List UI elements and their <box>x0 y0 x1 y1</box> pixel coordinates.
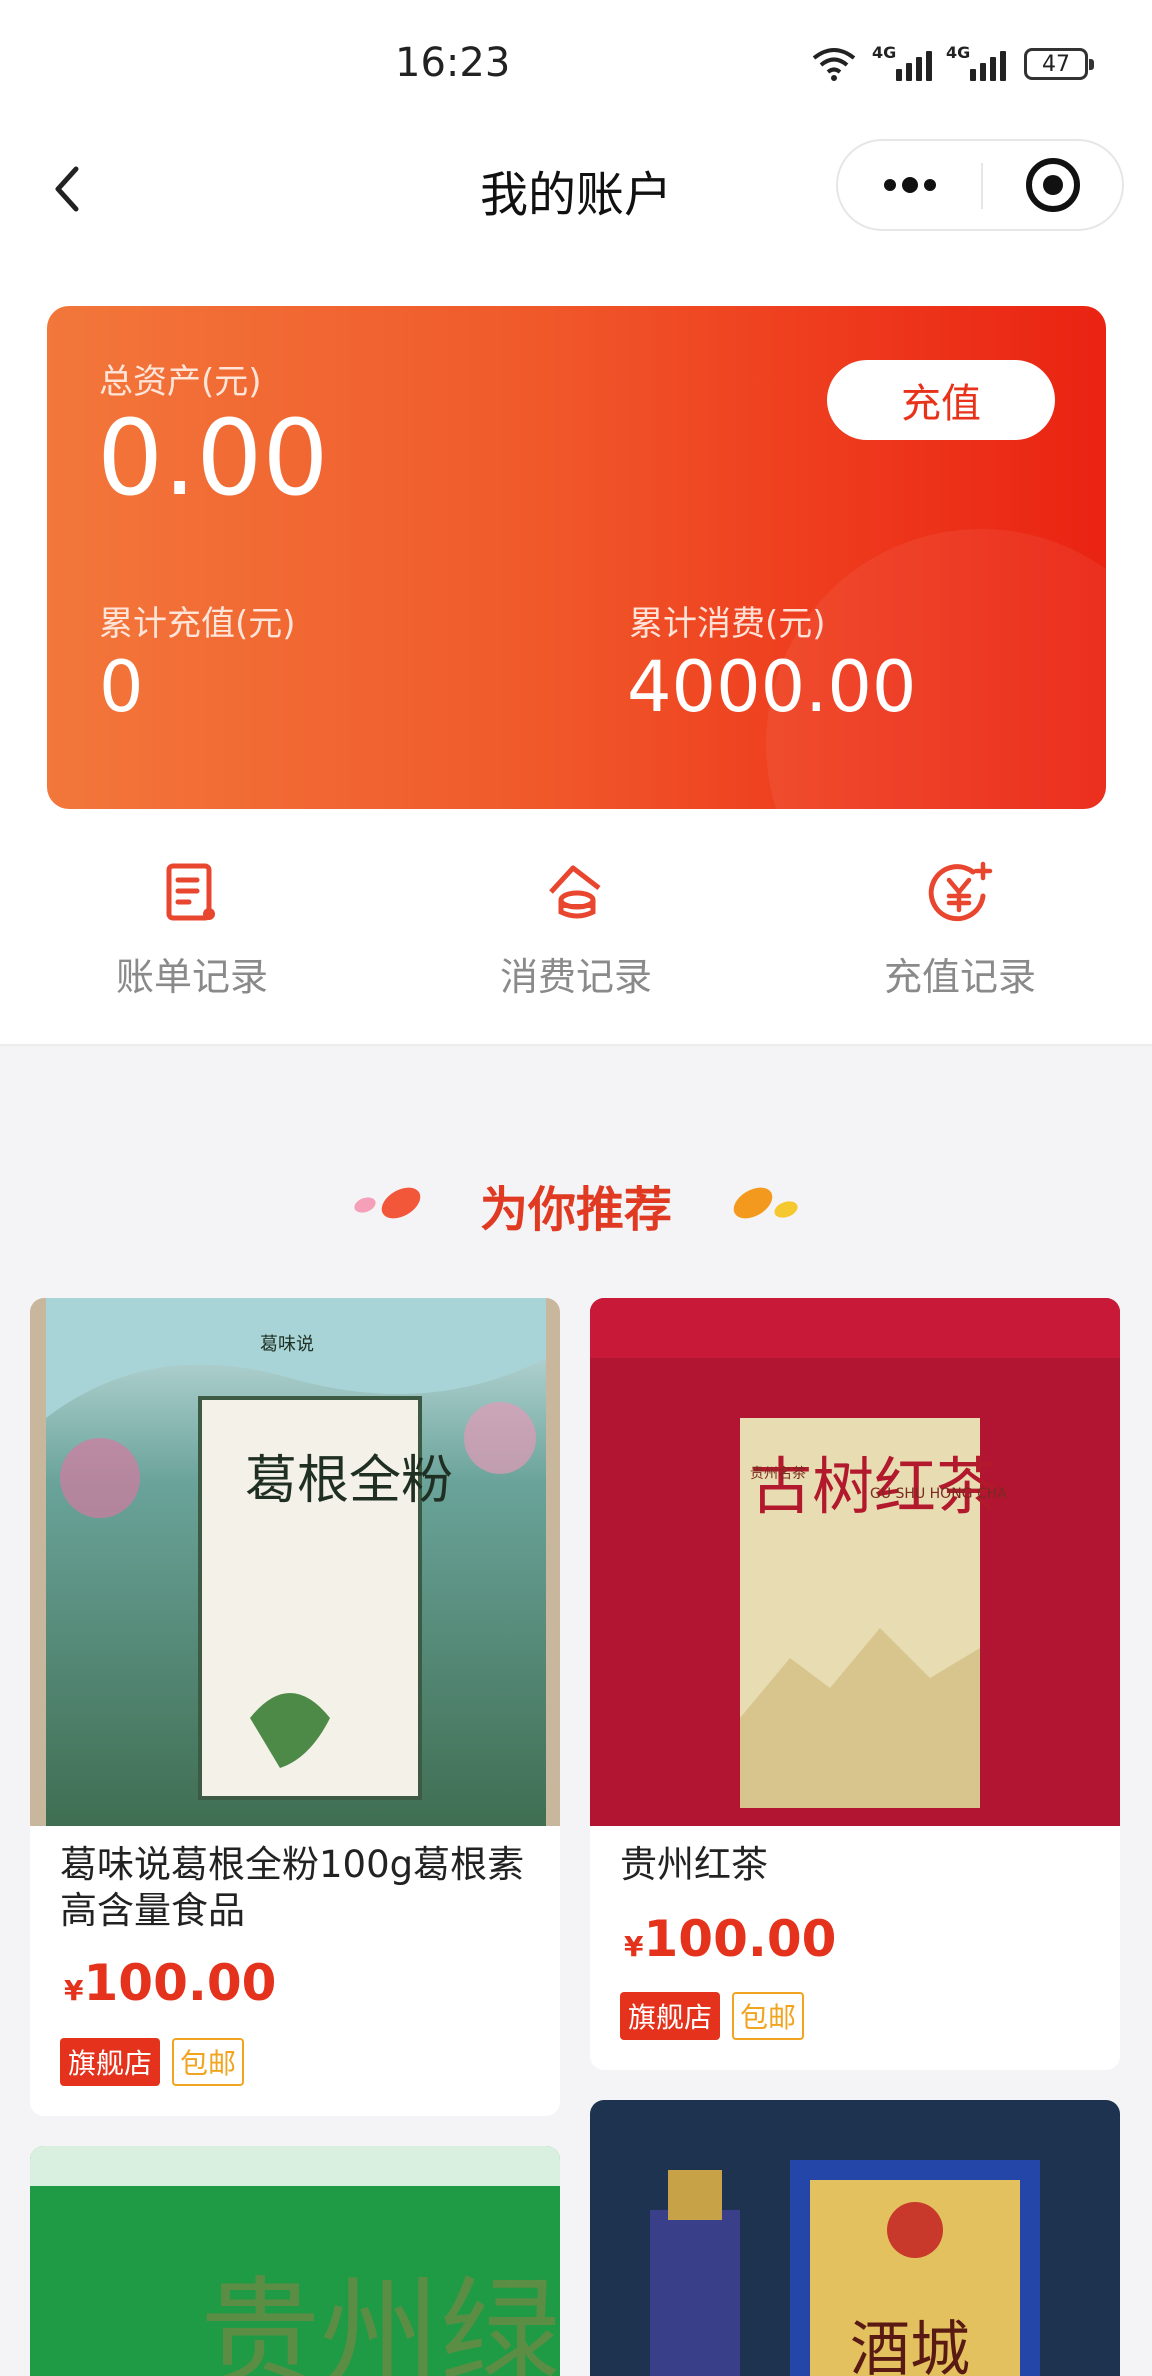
product-image: 酒城 <box>590 2100 1120 2376</box>
recharge-records-label: 充值记录 <box>883 955 1036 999</box>
svg-text:贵州名茶: 贵州名茶 <box>750 1466 806 1482</box>
wifi-icon <box>812 48 856 81</box>
close-target-icon[interactable] <box>983 141 1123 229</box>
svg-text:贵州绿: 贵州绿 <box>200 2266 560 2376</box>
product-card[interactable]: 古树红茶 GU SHU HONG CHA 贵州名茶 贵州红茶 ¥100.00 旗… <box>590 1298 1120 2070</box>
recharge-records-button[interactable]: 充值记录 <box>810 840 1110 1000</box>
total-assets-value: 0.00 <box>97 397 329 519</box>
tag-flagship: 旗舰店 <box>60 2038 161 2086</box>
product-tags: 旗舰店 包邮 <box>60 2038 245 2086</box>
bill-records-button[interactable]: 账单记录 <box>42 840 342 1000</box>
coins-icon <box>549 865 601 919</box>
recommend-title: 为你推荐 <box>479 1182 672 1238</box>
account-card: 总资产(元) 0.00 充值 累计充值(元) 0 累计消费(元) 4000.00 <box>47 306 1106 809</box>
cumulative-recharge-value: 0 <box>99 646 144 728</box>
product-tags: 旗舰店 包邮 <box>620 1992 805 2040</box>
mini-program-capsule <box>836 139 1124 231</box>
clock: 16:23 <box>395 40 511 86</box>
total-assets-label: 总资产(元) <box>99 362 262 402</box>
tag-free-shipping: 包邮 <box>172 2038 245 2086</box>
svg-text:葛味说: 葛味说 <box>260 1334 314 1355</box>
product-price: ¥100.00 <box>64 1954 277 2012</box>
tag-free-shipping: 包邮 <box>732 1992 805 2040</box>
cellular-signal-icon-2: 4G <box>946 43 1006 81</box>
nav-bar: 我的账户 <box>0 135 1152 245</box>
cumulative-recharge-label: 累计充值(元) <box>99 604 296 644</box>
yen-plus-icon <box>928 861 993 922</box>
cellular-signal-icon: 4G <box>872 43 932 81</box>
status-bar: 16:23 4G 4G 47 <box>0 0 1152 135</box>
more-dots-icon[interactable] <box>838 141 982 229</box>
product-name: 贵州红茶 <box>620 1843 768 1886</box>
product-card[interactable]: 贵州绿 <box>30 2146 560 2376</box>
product-image: 古树红茶 GU SHU HONG CHA 贵州名茶 <box>590 1298 1120 1826</box>
cumulative-spend-label: 累计消费(元) <box>629 604 826 644</box>
product-card[interactable]: 葛根全粉 葛味说 葛味说葛根全粉100g葛根素高含量食品 ¥100.00 旗舰店… <box>30 1298 560 2116</box>
cumulative-spend-value: 4000.00 <box>627 646 917 728</box>
bill-icon <box>166 863 215 921</box>
recharge-button[interactable]: 充值 <box>827 360 1055 440</box>
product-name: 葛味说葛根全粉100g葛根素高含量食品 <box>60 1843 525 1932</box>
product-image: 贵州绿 <box>30 2146 560 2376</box>
product-card[interactable]: 酒城 <box>590 2100 1120 2376</box>
product-price: ¥100.00 <box>624 1910 837 1968</box>
consume-records-button[interactable]: 消费记录 <box>426 840 726 1000</box>
battery-icon: 47 <box>1024 48 1094 80</box>
svg-text:酒城: 酒城 <box>850 2315 970 2376</box>
svg-text:葛根全粉: 葛根全粉 <box>245 1451 453 1511</box>
record-actions: 账单记录 消费记录 充值记录 <box>0 840 1152 1000</box>
bill-records-label: 账单记录 <box>115 955 268 999</box>
section-divider <box>0 1044 1152 1046</box>
status-icons: 4G 4G 47 <box>810 43 1094 84</box>
consume-records-label: 消费记录 <box>499 955 652 999</box>
svg-text:GU SHU HONG CHA: GU SHU HONG CHA <box>870 1486 1007 1502</box>
tag-flagship: 旗舰店 <box>620 1992 721 2040</box>
product-image: 葛根全粉 葛味说 <box>30 1298 560 1826</box>
